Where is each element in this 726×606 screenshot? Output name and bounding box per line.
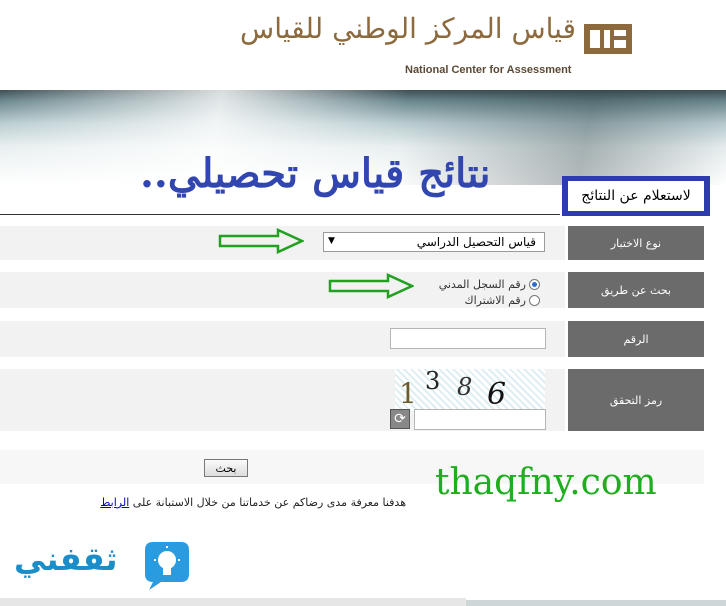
captcha-digit: 1: [399, 377, 417, 410]
survey-message: هدفنا معرفة مدى رضاكم عن خدماتنا من خلال…: [132, 496, 406, 509]
survey-text: هدفنا معرفة مدى رضاكم عن خدماتنا من خلال…: [100, 496, 406, 509]
search-by-label: بحث عن طريق: [568, 272, 704, 308]
survey-link[interactable]: الرابط: [100, 496, 129, 509]
captcha-digit: 8: [457, 373, 473, 401]
arrow-right-icon: [328, 273, 414, 299]
watermark-text: thaqfny.com: [435, 462, 657, 503]
number-label: الرقم: [568, 321, 704, 357]
radio-subscription-number[interactable]: [529, 295, 540, 306]
arrow-right-icon: [218, 228, 304, 254]
radio-subscription-label: رقم الاشتراك: [464, 294, 526, 307]
radio-national-id[interactable]: [529, 279, 540, 290]
search-button[interactable]: بحث: [204, 459, 248, 477]
logo-english-text: National Center for Assessment: [405, 64, 572, 76]
divider-line: [0, 214, 560, 215]
captcha-image: 1 3 8 6: [395, 367, 545, 412]
thaqfny-logo-text: ثقفني: [14, 540, 118, 578]
captcha-input[interactable]: [414, 409, 546, 430]
captcha-digit: 3: [425, 367, 441, 395]
radio-national-id-label: رقم السجل المدني: [438, 278, 526, 291]
logo-arabic-text: قياس المركز الوطني للقياس: [240, 12, 576, 45]
inquiry-title-box: لاستعلام عن النتائج: [562, 176, 710, 216]
captcha-label: رمز التحقق: [568, 369, 704, 431]
footer-edge: [466, 600, 726, 606]
inquiry-title: لاستعلام عن النتائج: [568, 181, 704, 211]
number-input[interactable]: [390, 328, 546, 349]
captcha-digit: 6: [487, 377, 507, 412]
refresh-icon[interactable]: ⟳: [390, 409, 410, 429]
exam-type-label: نوع الاختبار: [568, 226, 704, 260]
lightbulb-icon: [145, 542, 189, 590]
footer-bar: [0, 598, 466, 606]
page-headline: نتائج قياس تحصيلي..: [140, 150, 491, 197]
qiyas-logo-icon: [584, 24, 632, 54]
exam-type-select[interactable]: قياس التحصيل الدراسي: [323, 232, 545, 252]
caret-down-icon: ▼: [328, 236, 335, 246]
